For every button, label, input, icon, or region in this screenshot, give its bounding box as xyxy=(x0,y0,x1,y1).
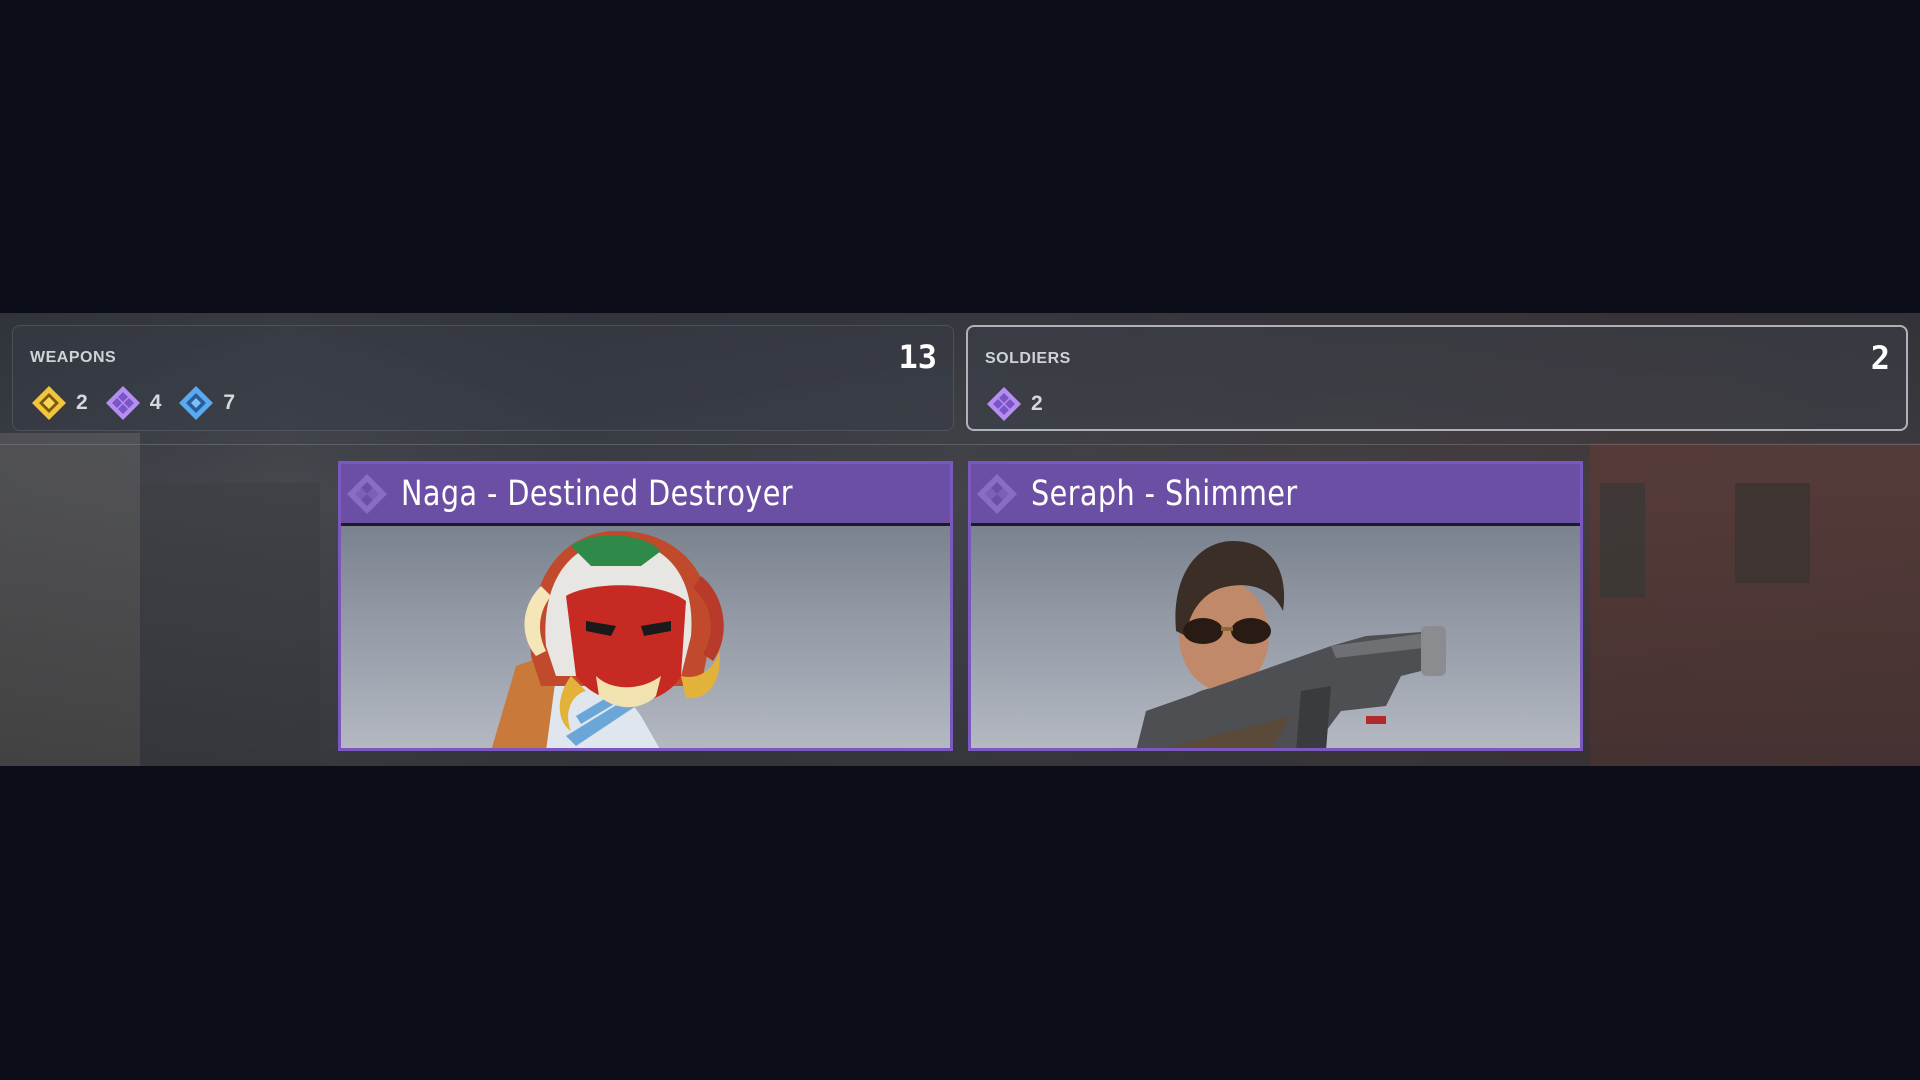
naga-portrait-image xyxy=(491,530,724,748)
item-card-seraph[interactable]: Seraph - Shimmer xyxy=(968,461,1583,751)
background-building xyxy=(0,433,140,766)
soldiers-total: 2 xyxy=(1870,339,1890,377)
weapons-rarity-blue: 7 xyxy=(177,384,235,422)
summary-divider xyxy=(0,444,1920,445)
item-name: Seraph - Shimmer xyxy=(1031,474,1298,514)
weapons-gold-count: 2 xyxy=(76,391,88,414)
purple-rarity-diamond-icon xyxy=(977,474,1017,514)
soldiers-purple-count: 2 xyxy=(1031,392,1043,415)
background-window xyxy=(1600,483,1645,598)
weapons-rarity-gold: 2 xyxy=(30,384,88,422)
background-window xyxy=(1735,483,1810,583)
purple-diamond-icon xyxy=(105,386,140,420)
purple-diamond-icon xyxy=(987,387,1021,421)
background-building xyxy=(140,483,320,766)
soldiers-rarity-purple: 2 xyxy=(985,385,1043,423)
item-name: Naga - Destined Destroyer xyxy=(401,474,793,514)
soldiers-rarity-breakdown: 2 xyxy=(985,385,1059,423)
weapons-purple-count: 4 xyxy=(149,391,162,414)
item-card-header: Seraph - Shimmer xyxy=(971,464,1580,526)
item-card-header: Naga - Destined Destroyer xyxy=(341,464,950,526)
item-card-naga[interactable]: Naga - Destined Destroyer xyxy=(338,461,953,751)
seraph-portrait-image xyxy=(1136,541,1446,748)
weapons-rarity-breakdown: 2 4 7 xyxy=(30,384,251,422)
summary-band: WEAPONS 13 2 4 7 SOLDIERS 2 2 Naga - Des… xyxy=(0,313,1920,766)
blue-diamond-icon xyxy=(179,386,214,420)
weapons-summary-panel[interactable]: WEAPONS 13 2 4 7 xyxy=(12,325,954,431)
soldiers-summary-panel[interactable]: SOLDIERS 2 2 xyxy=(966,325,1908,431)
weapons-rarity-purple: 4 xyxy=(104,384,162,422)
weapons-total: 13 xyxy=(898,338,937,376)
weapons-blue-count: 7 xyxy=(223,391,236,414)
soldiers-title: SOLDIERS xyxy=(985,350,1071,367)
weapons-title: WEAPONS xyxy=(30,349,117,366)
results-screen: WEAPONS 13 2 4 7 SOLDIERS 2 2 Naga - Des… xyxy=(0,0,1920,1080)
gold-diamond-icon xyxy=(32,386,66,420)
purple-rarity-diamond-icon xyxy=(347,474,387,514)
